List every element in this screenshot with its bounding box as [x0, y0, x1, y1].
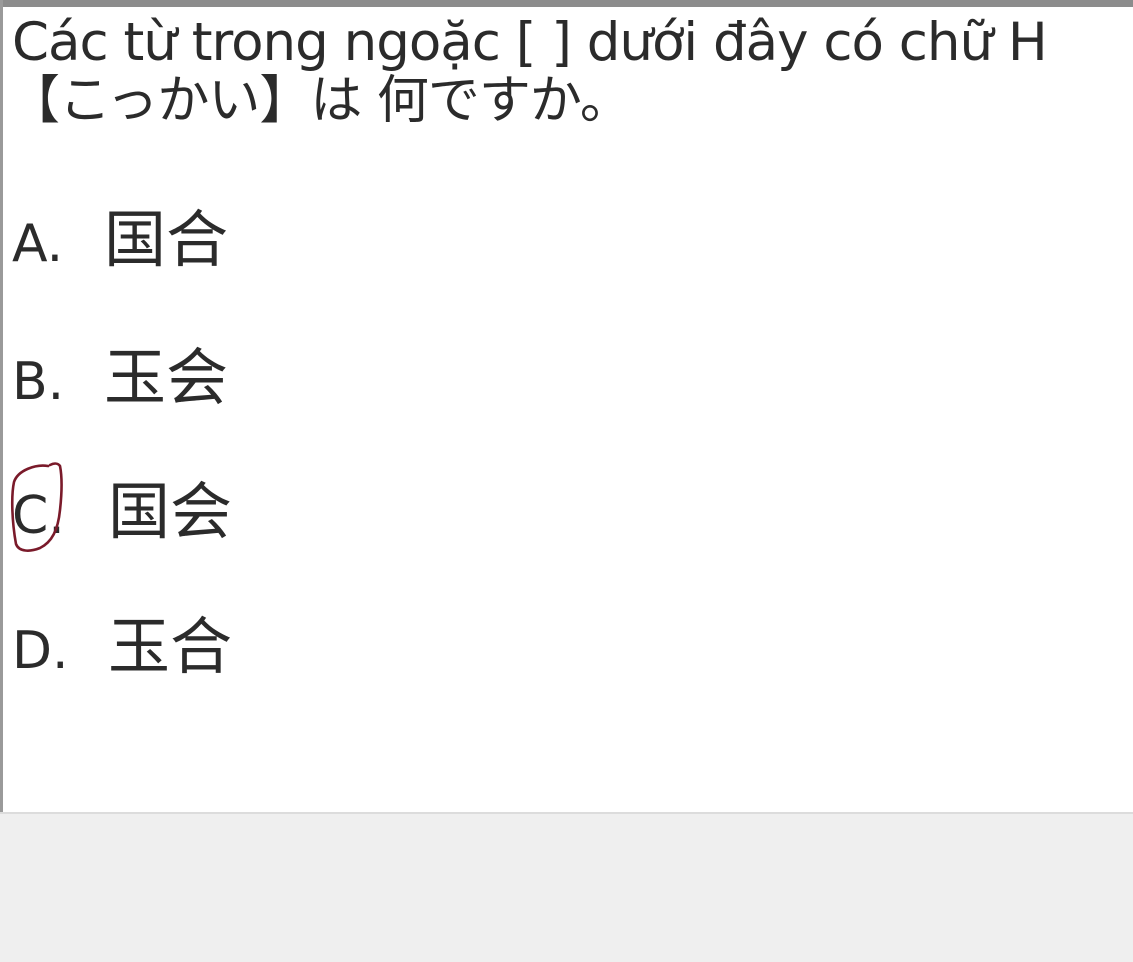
option-b[interactable]: B. 玉会 [12, 341, 229, 414]
footer-panel [0, 814, 1133, 962]
option-d-text: 玉合 [108, 610, 233, 683]
window-top-border [0, 0, 1133, 7]
question-line-2: 【こっかい】は 何ですか。 [8, 71, 632, 131]
option-c[interactable]: C. 国会 [12, 475, 233, 548]
quiz-window: Các từ trong ngoặc [ ] dưới đây có chữ H… [0, 0, 1133, 962]
option-c-text: 国会 [108, 475, 233, 548]
option-a-letter: A. [12, 214, 64, 274]
question-line-1: Các từ trong ngoặc [ ] dưới đây có chữ H [12, 12, 1048, 73]
option-a-text: 国合 [104, 203, 229, 276]
option-b-text: 玉会 [104, 341, 229, 414]
question-text: Các từ trong ngoặc [ ] dưới đây có chữ H… [8, 12, 1133, 131]
option-b-letter: B. [12, 352, 65, 412]
option-d-letter: D. [12, 621, 69, 681]
option-a[interactable]: A. 国合 [12, 203, 229, 276]
option-c-letter: C. [12, 486, 65, 546]
option-d[interactable]: D. 玉合 [12, 610, 233, 683]
